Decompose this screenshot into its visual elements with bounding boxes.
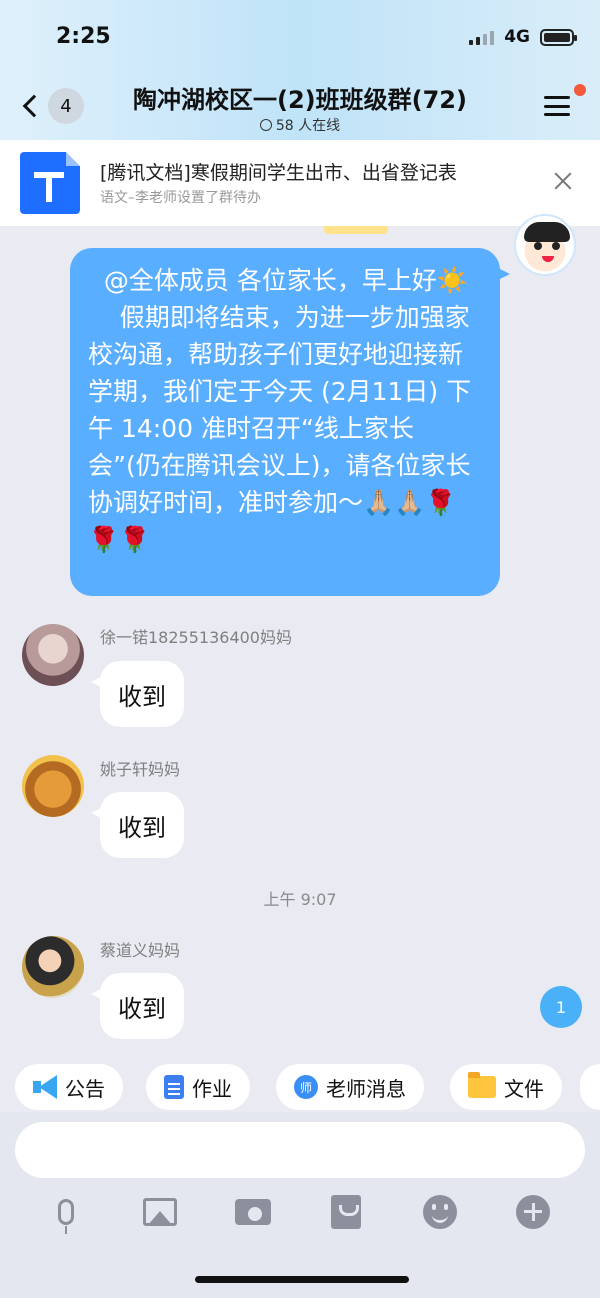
red-packet-button[interactable] xyxy=(326,1192,366,1232)
top-bar: 2:25 4G 4 陶冲湖校区一(2)班班级群(72) 58 人在线 xyxy=(0,0,600,140)
photo-button[interactable] xyxy=(140,1192,180,1232)
tencent-docs-icon xyxy=(20,152,80,214)
home-indicator xyxy=(195,1276,409,1283)
folder-icon xyxy=(468,1072,496,1098)
signal-icon xyxy=(469,29,495,45)
teacher-messages-chip[interactable]: 师 老师消息 xyxy=(276,1064,424,1110)
sender-name: 姚子轩妈妈 xyxy=(100,760,181,779)
message-bubble[interactable]: 收到 xyxy=(91,792,184,858)
image-icon xyxy=(143,1198,177,1226)
teacher-icon: 师 xyxy=(294,1075,318,1099)
announcement-chip[interactable]: 公告 xyxy=(15,1064,123,1110)
avatar[interactable] xyxy=(22,755,84,817)
status-time: 2:25 xyxy=(56,24,111,49)
menu-button[interactable] xyxy=(544,96,570,116)
teacher-message-bubble[interactable]: @全体成员 各位家长，早上好☀️ 假期即将结束，为进一步加强家校沟通，帮助孩子们… xyxy=(70,248,510,596)
camera-icon xyxy=(235,1199,271,1225)
shortcut-bar: 公告 作业 师 老师消息 文件 xyxy=(0,1060,600,1112)
sender-name: 蔡道义妈妈 xyxy=(100,941,181,960)
avatar[interactable] xyxy=(22,624,84,686)
teacher-role-badge xyxy=(324,226,388,234)
homework-chip[interactable]: 作业 xyxy=(146,1064,250,1110)
red-packet-icon xyxy=(331,1195,361,1229)
close-icon[interactable] xyxy=(554,172,572,190)
todo-title[interactable]: [腾讯文档]寒假期间学生出市、出省登记表 xyxy=(100,158,457,185)
emoji-icon xyxy=(423,1195,457,1229)
network-type: 4G xyxy=(504,27,530,47)
camera-button[interactable] xyxy=(233,1192,273,1232)
status-indicators: 4G xyxy=(469,27,577,47)
composer-toolbar xyxy=(0,1192,600,1234)
new-message-badge[interactable]: 1 xyxy=(540,986,582,1028)
group-title[interactable]: 陶冲湖校区一(2)班班级群(72) xyxy=(0,80,600,115)
sender-name: 徐一锘18255136400妈妈 xyxy=(100,628,292,647)
notification-dot xyxy=(574,84,586,96)
emoji-button[interactable] xyxy=(420,1192,460,1232)
online-icon xyxy=(259,119,272,131)
online-count: 58 人在线 xyxy=(0,115,600,135)
composer xyxy=(0,1112,600,1298)
teacher-avatar[interactable] xyxy=(514,214,576,276)
message-bubble[interactable]: 收到 xyxy=(91,973,184,1039)
plus-icon xyxy=(516,1195,550,1229)
document-icon xyxy=(164,1075,184,1099)
message-input[interactable] xyxy=(15,1122,585,1178)
message-timestamp: 上午 9:07 xyxy=(263,890,337,909)
avatar[interactable] xyxy=(22,936,84,998)
files-chip[interactable]: 文件 xyxy=(450,1064,562,1110)
microphone-icon xyxy=(58,1199,74,1234)
voice-button[interactable] xyxy=(46,1192,86,1234)
more-chip[interactable] xyxy=(580,1064,600,1110)
more-button[interactable] xyxy=(513,1192,553,1232)
message-bubble[interactable]: 收到 xyxy=(91,661,184,727)
todo-subtitle: 语文–李老师设置了群待办 xyxy=(100,190,261,206)
megaphone-icon xyxy=(33,1075,57,1099)
battery-icon xyxy=(540,28,577,46)
